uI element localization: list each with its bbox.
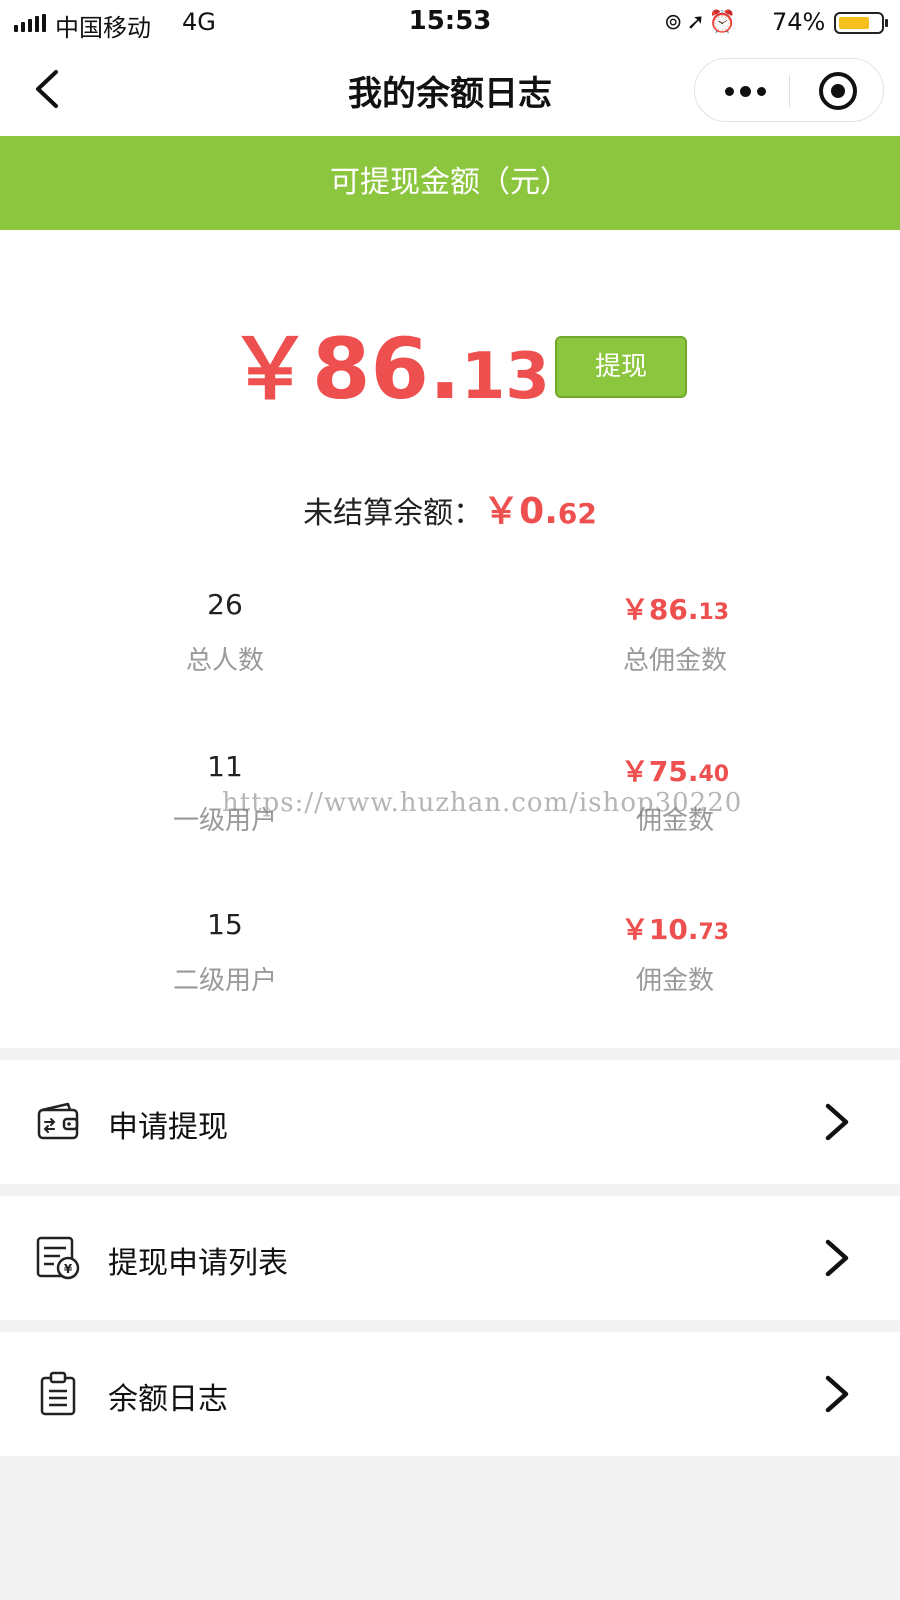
balance-summary: ￥86.13 提现 未结算余额：￥0.62 26 总人数 ￥86.13 总佣金数… — [0, 230, 900, 1048]
currency-symbol: ￥ — [228, 320, 313, 418]
commission-decimal: 40 — [698, 762, 730, 787]
location-icon: ➚ — [686, 10, 709, 35]
nav-bar: 我的余额日志 — [0, 46, 900, 136]
commission-integer: 10. — [648, 913, 699, 946]
menu-label: 提现申请列表 — [108, 1246, 288, 1281]
total-users-count: 26 — [207, 588, 243, 621]
status-time: 15:53 — [408, 6, 492, 36]
chevron-right-icon — [825, 1103, 849, 1141]
level2-commission-value: ￥10.73 — [525, 908, 825, 948]
menu-label: 余额日志 — [108, 1382, 228, 1417]
bill-list-icon: ¥ — [36, 1236, 80, 1280]
menu-label: 申请提现 — [108, 1110, 228, 1145]
level2-users-count: 15 — [207, 908, 243, 941]
commission-integer: 75. — [648, 755, 699, 788]
chevron-right-icon — [825, 1375, 849, 1413]
unsettled-label: 未结算余额： — [303, 496, 484, 531]
status-bar: 中国移动 4G 15:53 ⊚➚⏰ 74% — [0, 0, 900, 46]
withdrawable-amount: ￥86.13 — [228, 302, 550, 423]
svg-text:¥: ¥ — [64, 1262, 73, 1276]
commission-decimal: 73 — [698, 920, 730, 945]
clipboard-icon — [40, 1371, 76, 1416]
amount-integer: 86. — [312, 320, 461, 418]
withdraw-button[interactable]: 提现 — [555, 336, 687, 398]
commission-integer: 86. — [648, 593, 699, 626]
menu-item-apply-withdraw[interactable]: 申请提现 — [0, 1060, 900, 1184]
currency-symbol: ￥ — [620, 593, 649, 626]
unsettled-currency: ￥ — [483, 491, 520, 532]
battery-level — [839, 17, 869, 29]
unsettled-balance: 未结算余额：￥0.62 — [0, 482, 900, 534]
total-users-label: 总人数 — [185, 646, 264, 676]
battery-icon — [834, 12, 888, 34]
total-commission-value: ￥86.13 — [525, 588, 825, 628]
level2-users-label: 二级用户 — [172, 966, 277, 996]
total-commission-label: 总佣金数 — [622, 646, 727, 676]
level1-commission-value: ￥75.40 — [525, 750, 825, 790]
unsettled-integer: 0. — [519, 491, 558, 532]
capsule-divider — [789, 75, 790, 107]
currency-symbol: ￥ — [620, 913, 649, 946]
commission-decimal: 13 — [698, 600, 730, 625]
menu-item-balance-log[interactable]: 余额日志 — [0, 1332, 900, 1456]
status-icons: ⊚➚⏰ — [664, 10, 740, 35]
withdrawable-header: 可提现金额（元） — [0, 136, 900, 230]
wallet-icon — [37, 1102, 79, 1140]
unsettled-value: ￥0.62 — [483, 491, 597, 532]
level2-commission-label: 佣金数 — [635, 966, 714, 996]
unsettled-decimal: 62 — [557, 497, 597, 530]
alarm-icon: ⏰ — [708, 10, 741, 35]
menu-item-withdraw-list[interactable]: ¥ 提现申请列表 — [0, 1196, 900, 1320]
close-target-icon[interactable] — [819, 72, 857, 110]
rotation-lock-icon: ⊚ — [664, 10, 687, 35]
level1-users-count: 11 — [207, 750, 243, 783]
currency-symbol: ￥ — [620, 755, 649, 788]
watermark-text: https://www.huzhan.com/ishop30220 — [222, 788, 743, 818]
mini-program-capsule — [694, 58, 884, 122]
chevron-right-icon — [825, 1239, 849, 1277]
more-dots-icon[interactable] — [725, 86, 766, 97]
battery-percent: 74% — [772, 8, 826, 36]
amount-decimal: 13 — [460, 340, 550, 414]
